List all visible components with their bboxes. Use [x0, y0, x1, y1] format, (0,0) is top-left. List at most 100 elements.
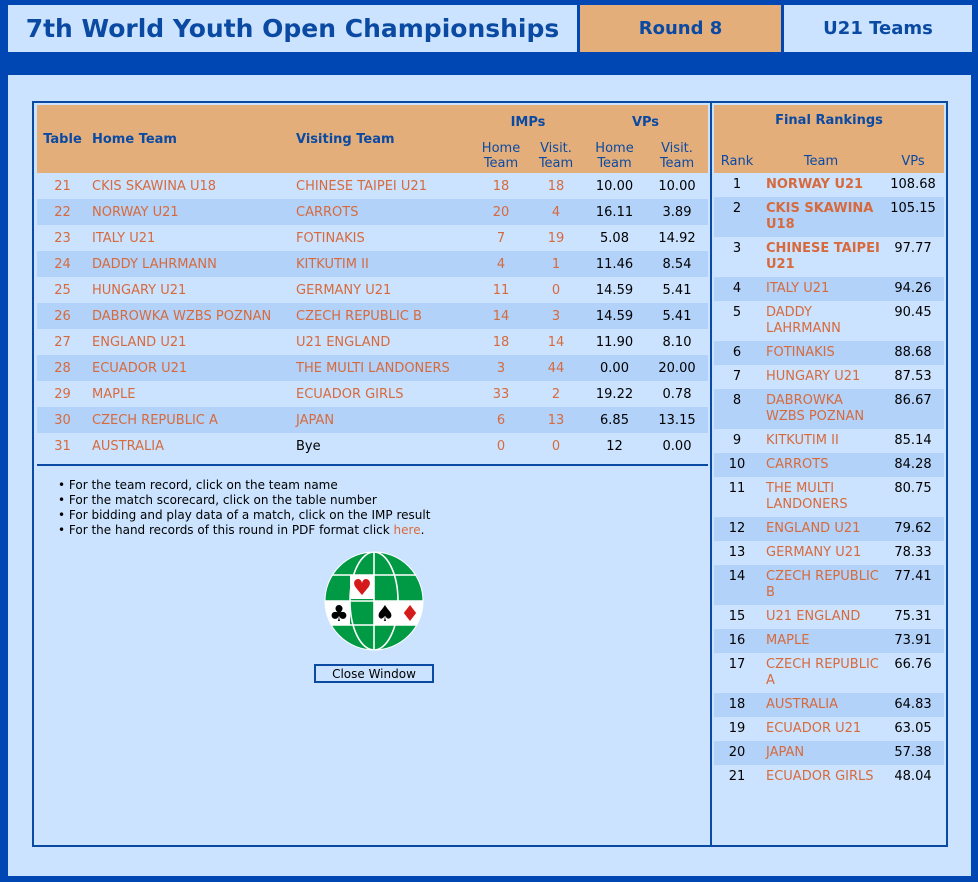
ranking-team-link[interactable]: ITALY U21 — [760, 277, 882, 301]
home-team-link[interactable]: CZECH REPUBLIC A — [88, 407, 292, 433]
ranking-team-link[interactable]: DADDY LAHRMANN — [760, 301, 882, 341]
ranking-team-link[interactable]: ECUADOR U21 — [760, 717, 882, 741]
imp-visit-link[interactable]: 1 — [529, 251, 583, 277]
ranking-row: 16 MAPLE 73.91 — [714, 629, 944, 653]
ranking-team-link[interactable]: ECUADOR GIRLS — [760, 765, 882, 789]
ranking-team-link[interactable]: DABROWKA WZBS POZNAN — [760, 389, 882, 429]
ranking-team-link[interactable]: THE MULTI LANDONERS — [760, 477, 882, 517]
col-visiting-team-header: Visiting Team — [296, 131, 395, 147]
rank-number: 5 — [732, 305, 742, 320]
rankings-title: Final Rankings — [775, 112, 883, 128]
imp-visit-link[interactable]: 19 — [529, 225, 583, 251]
home-team-link[interactable]: MAPLE — [88, 381, 292, 407]
table-number-link[interactable]: 25 — [37, 277, 88, 303]
category-label: U21 Teams — [784, 5, 972, 52]
ranking-vps: 73.91 — [894, 633, 932, 648]
ranking-team-link[interactable]: KITKUTIM II — [760, 429, 882, 453]
ranking-team-link[interactable]: CZECH REPUBLIC A — [760, 653, 882, 693]
imp-home-link[interactable]: 3 — [473, 355, 529, 381]
ranking-team-link[interactable]: NORWAY U21 — [760, 173, 882, 197]
ranking-team-link[interactable]: U21 ENGLAND — [760, 605, 882, 629]
visiting-team-link[interactable]: U21 ENGLAND — [292, 329, 473, 355]
imp-home-link[interactable]: 18 — [473, 173, 529, 199]
ranking-team-link[interactable]: ENGLAND U21 — [760, 517, 882, 541]
ranking-vps: 80.75 — [894, 481, 932, 496]
ranking-team-link[interactable]: GERMANY U21 — [760, 541, 882, 565]
home-team-link[interactable]: AUSTRALIA — [88, 433, 292, 459]
imp-home-link[interactable]: 20 — [473, 199, 529, 225]
vp-visit-value: 20.00 — [658, 360, 696, 376]
ranking-vps: 88.68 — [894, 345, 932, 360]
ranking-team-link[interactable]: AUSTRALIA — [760, 693, 882, 717]
ranking-vps: 75.31 — [894, 609, 932, 624]
imp-visit-link[interactable]: 18 — [529, 173, 583, 199]
imp-visit-link[interactable]: 14 — [529, 329, 583, 355]
home-team-link[interactable]: ENGLAND U21 — [88, 329, 292, 355]
imp-visit-link[interactable]: 44 — [529, 355, 583, 381]
home-team-link[interactable]: HUNGARY U21 — [88, 277, 292, 303]
rank-number: 6 — [732, 345, 742, 360]
home-team-link[interactable]: NORWAY U21 — [88, 199, 292, 225]
imp-home-link[interactable]: 7 — [473, 225, 529, 251]
home-team-link[interactable]: ITALY U21 — [88, 225, 292, 251]
table-number-link[interactable]: 26 — [37, 303, 88, 329]
ranking-row: 6 FOTINAKIS 88.68 — [714, 341, 944, 365]
table-number-link[interactable]: 31 — [37, 433, 88, 459]
ranking-team-link[interactable]: CARROTS — [760, 453, 882, 477]
ranking-team-link[interactable]: CZECH REPUBLIC B — [760, 565, 882, 605]
ranking-team-link[interactable]: HUNGARY U21 — [760, 365, 882, 389]
visiting-team-link[interactable]: JAPAN — [292, 407, 473, 433]
imp-visit-link[interactable]: 2 — [529, 381, 583, 407]
visiting-team-link[interactable]: THE MULTI LANDONERS — [292, 355, 473, 381]
ranking-vps: 48.04 — [894, 769, 932, 784]
visiting-team-link[interactable]: CHINESE TAIPEI U21 — [292, 173, 473, 199]
vp-home-value: 10.00 — [595, 178, 634, 194]
table-row: 22 NORWAY U21 CARROTS 20 4 16.11 3.89 — [37, 199, 708, 225]
rank-number: 12 — [728, 521, 746, 536]
ranking-team-link[interactable]: CHINESE TAIPEI U21 — [760, 237, 882, 277]
imp-home-link[interactable]: 4 — [473, 251, 529, 277]
imp-visit-link[interactable]: 0 — [529, 433, 583, 459]
imp-visit-link[interactable]: 13 — [529, 407, 583, 433]
ranking-team-link[interactable]: CKIS SKAWINA U18 — [760, 197, 882, 237]
visiting-team-link[interactable]: ECUADOR GIRLS — [292, 381, 473, 407]
visiting-team-link[interactable]: FOTINAKIS — [292, 225, 473, 251]
ranking-vps: 90.45 — [894, 305, 932, 320]
table-number-link[interactable]: 21 — [37, 173, 88, 199]
table-number-link[interactable]: 24 — [37, 251, 88, 277]
ranking-team-link[interactable]: MAPLE — [760, 629, 882, 653]
imp-visit-link[interactable]: 0 — [529, 277, 583, 303]
ranking-row: 4 ITALY U21 94.26 — [714, 277, 944, 301]
vp-home-value: 12 — [606, 438, 623, 454]
visiting-team-link[interactable]: CZECH REPUBLIC B — [292, 303, 473, 329]
imp-home-link[interactable]: 18 — [473, 329, 529, 355]
home-team-link[interactable]: ECUADOR U21 — [88, 355, 292, 381]
table-number-link[interactable]: 29 — [37, 381, 88, 407]
visiting-team-link[interactable]: CARROTS — [292, 199, 473, 225]
table-number-link[interactable]: 22 — [37, 199, 88, 225]
note-match-scorecard: For the match scorecard, click on the ta… — [58, 493, 430, 508]
home-team-link[interactable]: CKIS SKAWINA U18 — [88, 173, 292, 199]
table-number-link[interactable]: 27 — [37, 329, 88, 355]
table-number-link[interactable]: 23 — [37, 225, 88, 251]
hand-records-link[interactable]: here — [394, 523, 421, 537]
visiting-team-link[interactable]: KITKUTIM II — [292, 251, 473, 277]
ranking-team-link[interactable]: JAPAN — [760, 741, 882, 765]
col-imps-header: IMPs — [510, 114, 546, 130]
close-window-button[interactable]: Close Window — [314, 664, 434, 683]
home-team-link[interactable]: DADDY LAHRMANN — [88, 251, 292, 277]
table-number-link[interactable]: 28 — [37, 355, 88, 381]
results-table: Table Home Team Visiting Team IMPs VPs H… — [37, 105, 708, 459]
imp-home-link[interactable]: 14 — [473, 303, 529, 329]
visiting-team-link[interactable]: GERMANY U21 — [292, 277, 473, 303]
imp-home-link[interactable]: 6 — [473, 407, 529, 433]
table-number-link[interactable]: 30 — [37, 407, 88, 433]
ranking-vps: 105.15 — [890, 201, 936, 216]
imp-home-link[interactable]: 11 — [473, 277, 529, 303]
imp-home-link[interactable]: 33 — [473, 381, 529, 407]
imp-visit-link[interactable]: 3 — [529, 303, 583, 329]
imp-home-link[interactable]: 0 — [473, 433, 529, 459]
imp-visit-link[interactable]: 4 — [529, 199, 583, 225]
home-team-link[interactable]: DABROWKA WZBS POZNAN — [88, 303, 292, 329]
ranking-team-link[interactable]: FOTINAKIS — [760, 341, 882, 365]
